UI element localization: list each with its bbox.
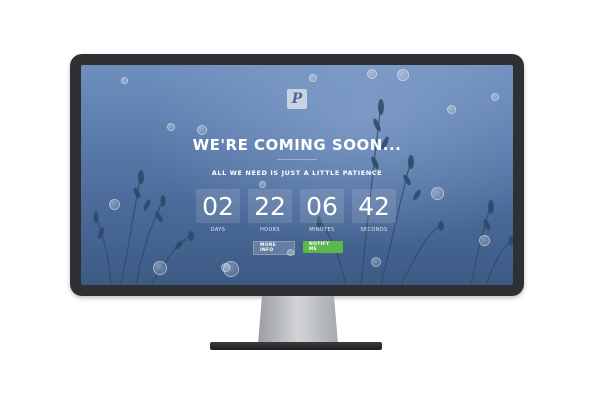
bubble-decoration — [371, 257, 381, 267]
countdown-minutes-label: MINUTES — [309, 227, 335, 233]
countdown-minutes: 06 MINUTES — [300, 189, 344, 237]
countdown-days-label: DAYS — [210, 227, 226, 233]
countdown-timer: 02 DAYS 22 HOURS 06 MINUTES 42 SECONDS — [196, 189, 396, 237]
page-subheadline: ALL WE NEED IS JUST A LITTLE PATIENCE — [211, 169, 383, 177]
monitor-stand-neck — [258, 296, 338, 344]
logo-letter: P — [291, 91, 303, 107]
bubble-decoration — [447, 105, 456, 114]
coming-soon-page: P WE'RE COMING SOON... ALL WE NEED IS JU… — [81, 65, 513, 285]
divider — [277, 159, 317, 160]
countdown-days-value: 02 — [196, 189, 240, 223]
action-buttons: MORE INFO NOTIFY ME — [253, 241, 343, 255]
bubble-decoration — [197, 125, 207, 135]
countdown-hours-label: HOURS — [259, 227, 280, 233]
bubble-decoration — [479, 235, 490, 246]
countdown-minutes-value: 06 — [300, 189, 344, 223]
monitor-bezel: P WE'RE COMING SOON... ALL WE NEED IS JU… — [70, 54, 524, 296]
monitor-mockup-scene: P WE'RE COMING SOON... ALL WE NEED IS JU… — [0, 0, 615, 405]
countdown-days: 02 DAYS — [196, 189, 240, 237]
countdown-seconds: 42 SECONDS — [352, 189, 396, 237]
monitor-stand-base — [210, 342, 382, 350]
countdown-hours: 22 HOURS — [248, 189, 292, 237]
countdown-hours-value: 22 — [248, 189, 292, 223]
bubble-decoration — [259, 181, 266, 188]
bubble-decoration — [121, 77, 128, 84]
bubble-decoration — [367, 69, 377, 79]
bubble-decoration — [491, 93, 499, 101]
countdown-seconds-value: 42 — [352, 189, 396, 223]
bubble-decoration — [167, 123, 175, 131]
bubble-decoration — [223, 261, 239, 277]
more-info-button[interactable]: MORE INFO — [253, 241, 295, 255]
bubble-decoration — [397, 69, 409, 81]
countdown-seconds-label: SECONDS — [360, 227, 388, 233]
site-logo[interactable]: P — [287, 89, 307, 109]
bubble-decoration — [153, 261, 167, 275]
page-headline: WE'RE COMING SOON... — [192, 136, 402, 154]
notify-me-button[interactable]: NOTIFY ME — [303, 241, 343, 253]
bubble-decoration — [431, 187, 444, 200]
bubble-decoration — [109, 199, 120, 210]
bubble-decoration — [309, 74, 317, 82]
